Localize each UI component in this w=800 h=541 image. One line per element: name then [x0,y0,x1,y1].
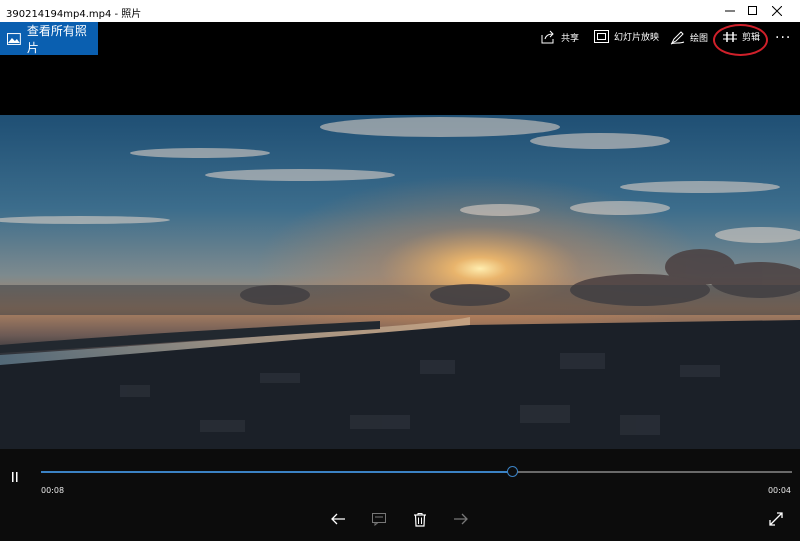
app-toolbar: 查看所有照片 共享 幻灯片放映 绘图 剪辑 ··· [0,22,800,56]
total-time: 00:04 [767,486,791,495]
photos-icon [7,32,21,45]
draw-label: 绘图 [690,34,709,44]
window-title: 390214194mp4.mp4 - 照片 [6,9,142,20]
current-time: 00:08 [41,486,65,495]
view-all-photos-label: 查看所有照片 [26,23,87,55]
close-icon [772,6,782,16]
expand-icon [769,512,783,526]
comment-button[interactable] [369,509,389,529]
pen-icon [670,31,685,45]
share-button[interactable]: 共享 [541,30,579,44]
pause-button[interactable] [10,468,20,487]
next-button[interactable] [451,509,471,529]
seek-bar-thumb[interactable] [507,466,519,477]
arrow-right-icon [454,513,468,525]
pause-icon [12,472,18,482]
draw-button[interactable]: 绘图 [670,30,708,45]
delete-button[interactable] [410,509,430,529]
seek-bar-progress [41,471,514,473]
fullscreen-button[interactable] [766,509,786,529]
close-button[interactable] [754,0,800,22]
playback-controls: 00:08 00:04 [0,449,800,541]
slideshow-label: 幻灯片放映 [614,33,660,43]
trash-icon [414,512,426,527]
view-all-photos-button[interactable]: 查看所有照片 [0,22,98,55]
arrow-left-icon [331,513,345,525]
previous-button[interactable] [328,509,348,529]
video-image [0,115,800,449]
video-frame[interactable] [0,115,800,449]
seek-bar[interactable] [41,466,792,477]
slideshow-button[interactable]: 幻灯片放映 [594,30,659,43]
more-options-button[interactable]: ··· [775,30,791,46]
window-titlebar: 390214194mp4.mp4 - 照片 [0,0,800,22]
annotation-highlight-ellipse [713,24,768,56]
share-icon [541,30,554,44]
slideshow-icon [594,30,609,43]
share-label: 共享 [561,33,580,44]
comment-icon [372,513,386,526]
